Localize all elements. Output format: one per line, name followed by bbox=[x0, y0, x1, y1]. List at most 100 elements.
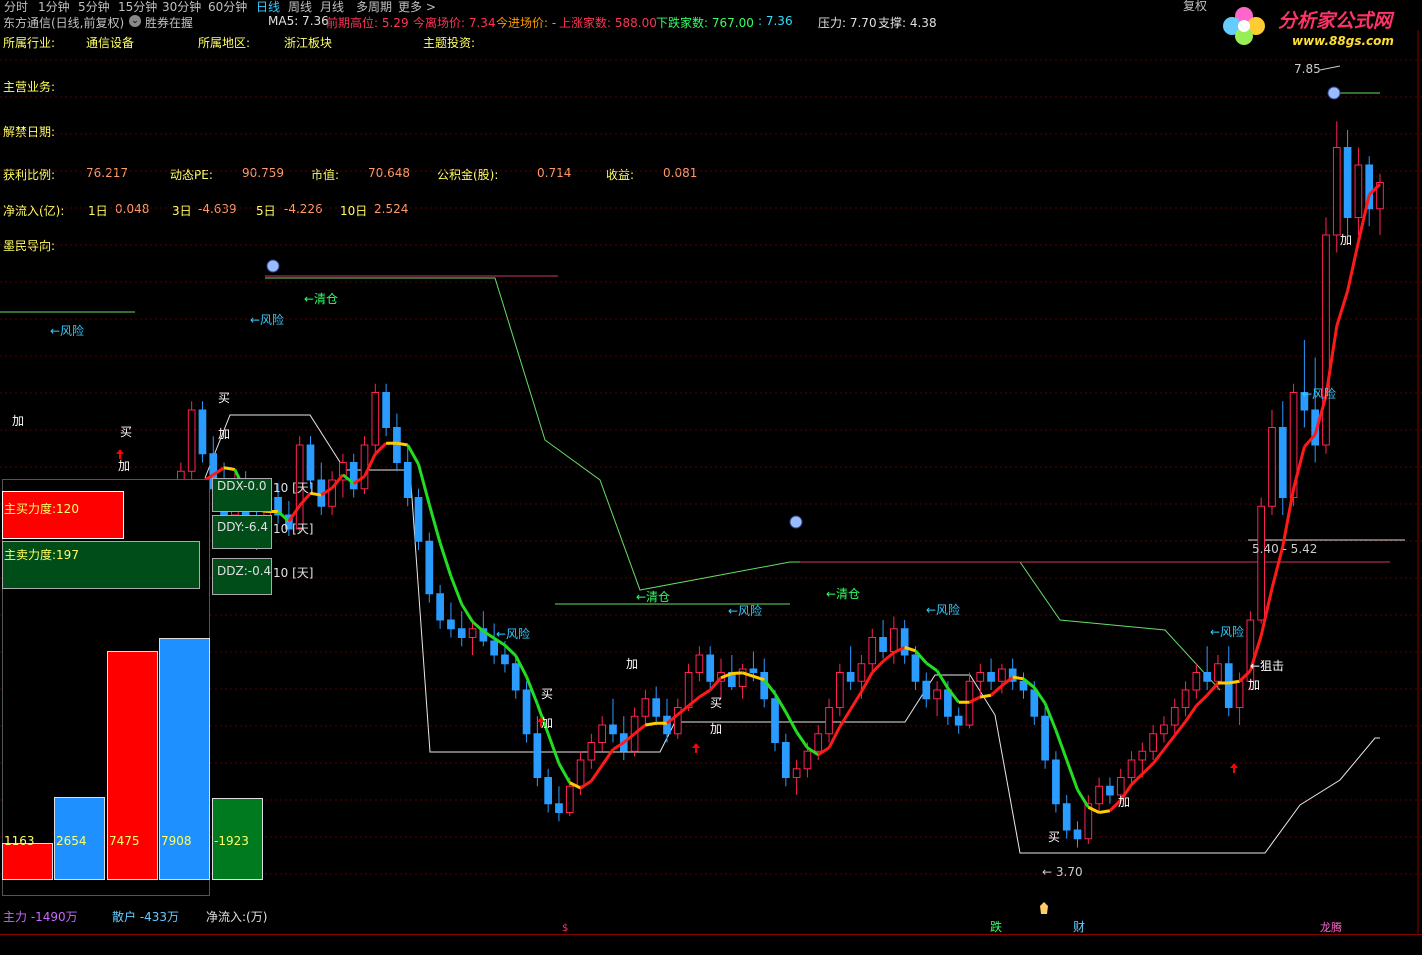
ddx-days: 10 [天] bbox=[273, 481, 314, 495]
ma-line-segment bbox=[223, 466, 236, 471]
ma-line-segment bbox=[590, 764, 604, 782]
ma-line-segment bbox=[396, 441, 408, 447]
clear-label-2: ←清仓 bbox=[826, 587, 860, 601]
buy-label-1: 买 bbox=[218, 391, 230, 405]
add-label-3: 加 bbox=[1118, 795, 1130, 809]
candle-body bbox=[1354, 164, 1363, 218]
buy-arrow-icon-2 bbox=[692, 743, 700, 753]
ma-line-segment bbox=[882, 651, 895, 663]
candle-body bbox=[846, 672, 855, 682]
candle-body bbox=[490, 640, 498, 656]
candle-body bbox=[771, 698, 779, 743]
candle-body bbox=[1343, 147, 1352, 218]
candle-body bbox=[868, 637, 877, 665]
clear-label-0: ←清仓 bbox=[304, 292, 338, 306]
candle-body bbox=[976, 672, 985, 682]
candle-body bbox=[760, 672, 769, 700]
high-arrow bbox=[1319, 65, 1341, 71]
candle-body bbox=[1073, 829, 1082, 840]
candle-body bbox=[501, 654, 509, 665]
candle-body bbox=[533, 733, 542, 778]
net-in-label: 净流入:(万) bbox=[206, 910, 268, 924]
ma-line-segment bbox=[698, 688, 712, 699]
candle-body bbox=[414, 497, 423, 542]
ma-line-segment bbox=[449, 575, 464, 605]
ma-line-segment bbox=[849, 690, 863, 711]
mark-dollar: $ bbox=[562, 923, 568, 934]
add-low-label-0: 加 bbox=[118, 459, 130, 473]
candle-body bbox=[198, 409, 207, 455]
main-sell-label: 主卖力度:197 bbox=[4, 548, 79, 562]
ma-line-segment bbox=[838, 708, 852, 728]
ma-line-segment bbox=[406, 444, 420, 465]
snipe-label: ←狙击 bbox=[1250, 659, 1284, 673]
ma-line-segment bbox=[1228, 679, 1240, 685]
candle-body bbox=[1041, 715, 1049, 761]
ma-line-segment bbox=[438, 542, 453, 577]
candle-body bbox=[900, 628, 909, 656]
candle-body bbox=[879, 637, 887, 652]
ma-line-segment bbox=[1012, 675, 1024, 681]
candle-body bbox=[544, 777, 553, 805]
face-icon-2 bbox=[1327, 86, 1341, 100]
candle-body bbox=[1257, 505, 1266, 621]
ma-line-segment bbox=[925, 661, 938, 672]
candle-body bbox=[792, 768, 801, 778]
ma-line-segment bbox=[1076, 788, 1090, 809]
candle-body bbox=[1052, 759, 1060, 805]
buy-arrow-icon-0 bbox=[116, 449, 124, 459]
candle-body bbox=[1170, 707, 1179, 726]
main-buy-label: 主买力度:120 bbox=[4, 502, 79, 516]
candle-body bbox=[944, 689, 952, 717]
add-label-1: 加 bbox=[218, 427, 230, 441]
mark-finance: 财 bbox=[1073, 920, 1085, 934]
candle-body bbox=[1030, 689, 1039, 717]
candle-body bbox=[803, 750, 812, 770]
candle-body bbox=[382, 392, 390, 428]
flow-bar-label-3: 7908 bbox=[161, 834, 192, 848]
ma-line-segment bbox=[1065, 759, 1079, 791]
candle-body bbox=[1095, 785, 1103, 805]
candle-body bbox=[663, 715, 671, 735]
flow-bar-label-0: 1163 bbox=[4, 834, 35, 848]
candle-body bbox=[641, 698, 650, 717]
add-label-0: 加 bbox=[12, 414, 24, 428]
candle-body bbox=[1203, 672, 1211, 682]
date-axis bbox=[0, 934, 1422, 955]
candle-body bbox=[652, 698, 661, 717]
ma-line-segment bbox=[1184, 704, 1198, 723]
ddz-days: 10 [天] bbox=[273, 566, 314, 580]
candle-body bbox=[695, 654, 704, 673]
candle-body bbox=[706, 654, 715, 682]
ma-line-segment bbox=[980, 693, 992, 699]
buy-label-0: 买 bbox=[120, 425, 132, 439]
retail-value: 散户 -433万 bbox=[112, 910, 180, 924]
flow-bar-label-4: -1923 bbox=[214, 834, 249, 848]
candle-body bbox=[911, 654, 920, 682]
ma-line-segment bbox=[731, 671, 743, 676]
high-price-label: 7.85 bbox=[1294, 62, 1321, 76]
candle-body bbox=[814, 733, 823, 752]
candle-body bbox=[371, 392, 380, 446]
low-price-label: ← 3.70 bbox=[1042, 865, 1083, 879]
candle-body bbox=[187, 409, 196, 472]
candle-body bbox=[1106, 785, 1114, 796]
candle-body bbox=[1332, 147, 1341, 236]
ma-line-segment bbox=[1162, 734, 1176, 751]
ma-line-segment bbox=[1141, 762, 1155, 776]
flow-bar-label-1: 2654 bbox=[56, 834, 87, 848]
candle-body bbox=[349, 462, 358, 490]
candle-body bbox=[1181, 689, 1190, 708]
candle-body bbox=[1116, 777, 1125, 796]
add-low-label-2: 加 bbox=[710, 722, 722, 736]
candle-body bbox=[436, 593, 444, 621]
ma-line-segment bbox=[1195, 694, 1209, 707]
candle-body bbox=[457, 628, 466, 638]
candle-body bbox=[987, 672, 995, 682]
candle-body bbox=[511, 663, 520, 691]
candle-body bbox=[890, 628, 898, 652]
candle-body bbox=[1127, 759, 1136, 778]
candle-body bbox=[749, 668, 758, 673]
add-low-label-1: 加 bbox=[541, 716, 553, 730]
ma-line-segment bbox=[1346, 241, 1360, 292]
